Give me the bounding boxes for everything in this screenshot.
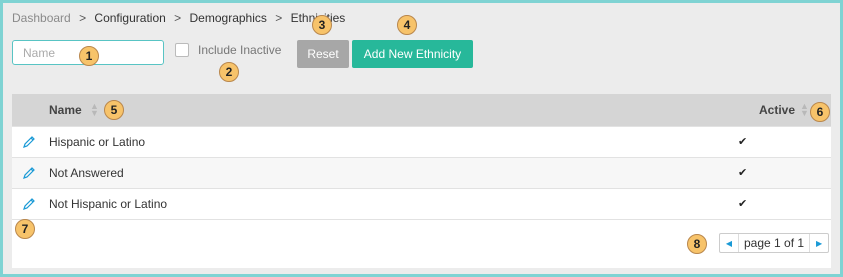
table-row: Not Answered ✔ — [12, 157, 831, 188]
callout-marker: 5 — [104, 100, 124, 120]
pencil-icon[interactable] — [22, 135, 36, 149]
check-icon: ✔ — [738, 198, 748, 210]
breadcrumb-separator: > — [79, 11, 87, 25]
table-footer: ◀ page 1 of 1 ▶ — [12, 219, 831, 268]
table-header: Name ▲ ▼ Active ▲ ▼ — [12, 94, 831, 126]
sort-icon[interactable]: ▲ ▼ — [90, 102, 99, 118]
reset-button[interactable]: Reset — [297, 40, 349, 68]
pencil-icon[interactable] — [22, 166, 36, 180]
callout-marker: 7 — [15, 219, 35, 239]
callout-marker: 6 — [810, 102, 830, 122]
breadcrumb-configuration[interactable]: Configuration — [94, 11, 165, 25]
sort-icon[interactable]: ▲ ▼ — [800, 102, 809, 118]
include-inactive-toggle[interactable]: Include Inactive — [175, 43, 281, 57]
caret-left-icon[interactable]: ◀ — [720, 234, 738, 252]
callout-marker: 3 — [312, 15, 332, 35]
pencil-icon[interactable] — [22, 197, 36, 211]
row-name: Not Hispanic or Latino — [49, 197, 168, 211]
breadcrumb-dashboard[interactable]: Dashboard — [12, 11, 71, 25]
row-name: Not Answered — [49, 166, 124, 180]
caret-right-icon[interactable]: ▶ — [810, 234, 828, 252]
callout-marker: 8 — [687, 234, 707, 254]
breadcrumb-demographics[interactable]: Demographics — [190, 11, 267, 25]
add-new-ethnicity-button[interactable]: Add New Ethnicity — [352, 40, 473, 68]
include-inactive-label: Include Inactive — [198, 43, 282, 57]
check-icon: ✔ — [738, 136, 748, 148]
pagination-text: page 1 of 1 — [738, 234, 811, 252]
breadcrumb-separator: > — [174, 11, 182, 25]
table-row: Hispanic or Latino ✔ — [12, 126, 831, 157]
ethnicities-table: Name ▲ ▼ Active ▲ ▼ Hispanic or Latino ✔ N… — [12, 94, 831, 268]
check-icon: ✔ — [738, 167, 748, 179]
callout-marker: 2 — [219, 62, 239, 82]
breadcrumb: Dashboard > Configuration > Demographics… — [12, 11, 345, 25]
ethnicities-panel: Dashboard > Configuration > Demographics… — [3, 3, 840, 274]
column-header-active[interactable]: Active — [759, 103, 795, 117]
callout-marker: 1 — [79, 46, 99, 66]
row-name: Hispanic or Latino — [49, 135, 146, 149]
include-inactive-checkbox[interactable] — [175, 43, 189, 57]
column-header-name[interactable]: Name — [49, 103, 82, 117]
table-row: Not Hispanic or Latino ✔ — [12, 188, 831, 219]
callout-marker: 4 — [397, 15, 417, 35]
pagination: ◀ page 1 of 1 ▶ — [719, 233, 830, 253]
breadcrumb-separator: > — [275, 11, 283, 25]
